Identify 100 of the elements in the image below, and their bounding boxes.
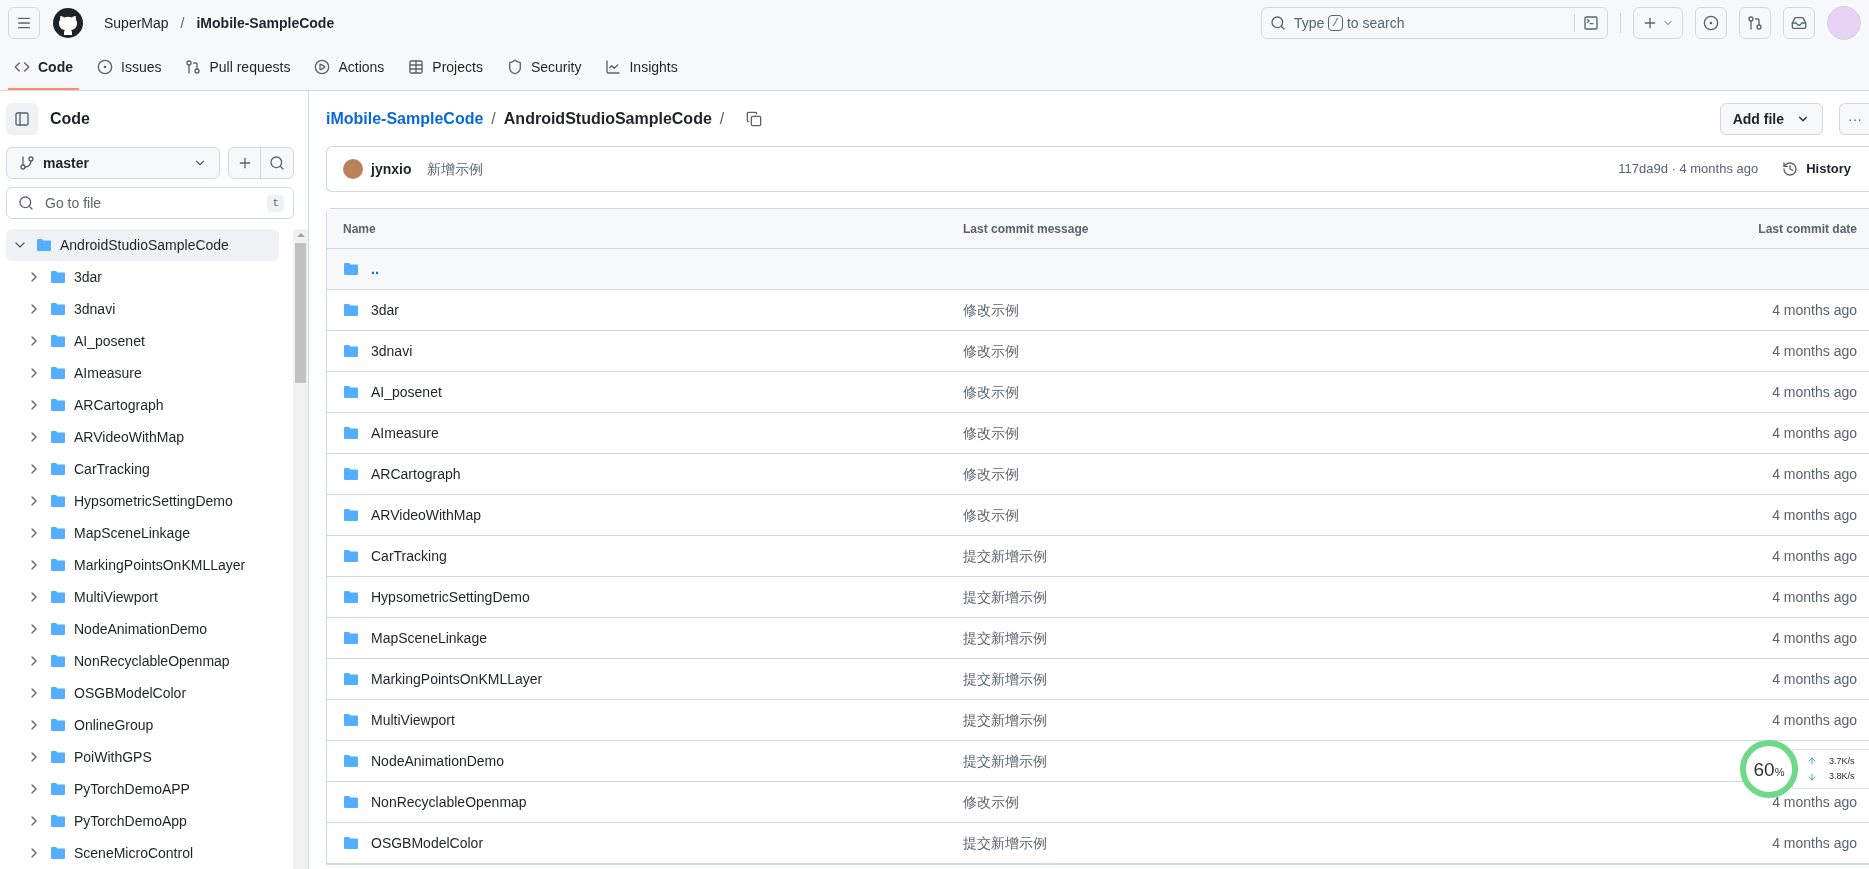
add-file-dropdown[interactable]: Add file bbox=[1719, 103, 1823, 135]
breadcrumb-separator: / bbox=[491, 109, 496, 129]
nav-tab[interactable]: Issues bbox=[91, 46, 168, 90]
breadcrumb-repo-link[interactable]: iMobile-SampleCode bbox=[326, 107, 484, 131]
commit-message-link[interactable]: 修改示例 bbox=[963, 466, 1019, 482]
tree-item[interactable]: OnlineGroup bbox=[6, 709, 279, 741]
table-icon bbox=[408, 59, 425, 75]
file-name-link[interactable]: ARCartograph bbox=[371, 463, 461, 485]
tree-item[interactable]: ARVideoWithMap bbox=[6, 421, 279, 453]
commit-message-link[interactable]: 修改示例 bbox=[963, 507, 1019, 523]
search-icon bbox=[269, 155, 285, 171]
create-new-button[interactable] bbox=[1633, 7, 1683, 39]
file-name-link[interactable]: HypsometricSettingDemo bbox=[371, 586, 530, 608]
logo-icon[interactable] bbox=[52, 7, 84, 39]
nav-tab[interactable]: Code bbox=[8, 46, 79, 90]
file-name-link[interactable]: OSGBModelColor bbox=[371, 832, 484, 854]
commit-message-link[interactable]: 提交新增示例 bbox=[963, 753, 1047, 769]
commit-date: 4 months ago bbox=[1772, 669, 1857, 689]
commit-date: 4 months ago bbox=[1772, 423, 1857, 443]
file-name-link[interactable]: AI_posenet bbox=[371, 381, 442, 403]
commit-message-link[interactable]: 提交新增示例 bbox=[963, 589, 1047, 605]
menu-icon bbox=[16, 15, 32, 31]
tree-item[interactable]: PyTorchDemoAPP bbox=[6, 773, 279, 805]
commit-message-link[interactable]: 修改示例 bbox=[963, 794, 1019, 810]
file-name-link[interactable]: CarTracking bbox=[371, 545, 447, 567]
file-name-link[interactable]: AImeasure bbox=[371, 422, 439, 444]
file-name-link[interactable]: NonRecyclableOpenmap bbox=[371, 791, 527, 813]
copy-icon bbox=[746, 111, 763, 127]
folder-icon bbox=[50, 301, 66, 317]
command-palette-icon[interactable] bbox=[1583, 15, 1599, 31]
file-name-link[interactable]: ARVideoWithMap bbox=[371, 504, 481, 526]
parent-directory-row[interactable]: .. bbox=[327, 249, 1869, 290]
commit-message-link[interactable]: 提交新增示例 bbox=[963, 712, 1047, 728]
nav-tab[interactable]: Projects bbox=[402, 46, 489, 90]
folder-icon bbox=[343, 466, 359, 482]
tree-item[interactable]: AI_posenet bbox=[6, 325, 279, 357]
folder-icon bbox=[50, 813, 66, 829]
search-field[interactable]: Type / to search bbox=[1261, 7, 1608, 39]
folder-icon bbox=[343, 589, 359, 605]
pull-requests-button[interactable] bbox=[1739, 7, 1771, 39]
tree-item[interactable]: AndroidStudioSampleCode bbox=[6, 229, 279, 261]
tree-item[interactable]: NodeAnimationDemo bbox=[6, 613, 279, 645]
owner-link[interactable]: SuperMap bbox=[104, 12, 169, 34]
file-name-link[interactable]: MultiViewport bbox=[371, 709, 455, 731]
tree-item-label: PoiWithGPS bbox=[74, 747, 152, 767]
repo-link[interactable]: iMobile-SampleCode bbox=[196, 12, 335, 34]
commit-message-link[interactable]: 提交新增示例 bbox=[963, 835, 1047, 851]
issues-button[interactable] bbox=[1695, 7, 1727, 39]
tree-item[interactable]: AImeasure bbox=[6, 357, 279, 389]
tree-item[interactable]: MultiViewport bbox=[6, 581, 279, 613]
graph-icon bbox=[605, 59, 622, 75]
tree-item-label: AI_posenet bbox=[74, 331, 145, 351]
folder-icon bbox=[343, 753, 359, 769]
folder-icon bbox=[343, 343, 359, 359]
file-name-link[interactable]: NodeAnimationDemo bbox=[371, 750, 505, 772]
commit-message[interactable]: 新增示例 bbox=[427, 158, 484, 180]
tree-item-label: MapSceneLinkage bbox=[74, 523, 190, 543]
nav-tab[interactable]: Insights bbox=[599, 46, 684, 90]
nav-tab[interactable]: Pull requests bbox=[179, 46, 297, 90]
tree-item[interactable]: 3dar bbox=[6, 261, 279, 293]
more-options-button[interactable]: ··· bbox=[1839, 103, 1869, 135]
commit-message-link[interactable]: 修改示例 bbox=[963, 425, 1019, 441]
tree-item[interactable]: PyTorchDemoApp bbox=[6, 805, 279, 837]
file-name-link[interactable]: MapSceneLinkage bbox=[371, 627, 487, 649]
commit-author[interactable]: jynxio bbox=[371, 158, 412, 180]
column-header: Name bbox=[343, 220, 377, 238]
tree-item[interactable]: NonRecyclableOpenmap bbox=[6, 645, 279, 677]
branch-select[interactable]: master bbox=[6, 147, 220, 179]
commit-message-link[interactable]: 提交新增示例 bbox=[963, 671, 1047, 687]
nav-tab[interactable]: Security bbox=[500, 46, 588, 90]
file-name-link[interactable]: MarkingPointsOnKMLLayer bbox=[371, 668, 543, 690]
file-name-link[interactable]: 3dar bbox=[371, 299, 400, 321]
folder-icon bbox=[50, 525, 66, 541]
tree-item[interactable]: MarkingPointsOnKMLLayer bbox=[6, 549, 279, 581]
commit-message-link[interactable]: 提交新增示例 bbox=[963, 548, 1047, 564]
tree-item[interactable]: CarTracking bbox=[6, 453, 279, 485]
tree-item[interactable]: PoiWithGPS bbox=[6, 741, 279, 773]
menu-button[interactable] bbox=[8, 7, 40, 39]
folder-icon bbox=[50, 365, 66, 381]
tree-item[interactable]: MapSceneLinkage bbox=[6, 517, 279, 549]
commit-message-link[interactable]: 修改示例 bbox=[963, 302, 1019, 318]
folder-icon bbox=[36, 237, 52, 253]
tree-item[interactable]: 3dnavi bbox=[6, 293, 279, 325]
history-button[interactable]: History bbox=[1782, 159, 1851, 179]
commit-message-link[interactable]: 修改示例 bbox=[963, 384, 1019, 400]
scrollbar[interactable] bbox=[293, 229, 308, 869]
shortcut-key: t bbox=[267, 195, 284, 212]
collapse-sidebar-button[interactable] bbox=[6, 103, 38, 135]
tree-item[interactable]: OSGBModelColor bbox=[6, 677, 279, 709]
file-name-link[interactable]: 3dnavi bbox=[371, 340, 413, 362]
tree-item[interactable]: SceneMicroControl bbox=[6, 837, 279, 869]
nav-tab[interactable]: Actions bbox=[308, 46, 391, 90]
download-speed: 3.8K/s bbox=[1829, 770, 1855, 783]
tree-item-label: SceneMicroControl bbox=[74, 843, 194, 863]
commit-message-link[interactable]: 修改示例 bbox=[963, 343, 1019, 359]
folder-icon bbox=[50, 493, 66, 509]
tree-item[interactable]: HypsometricSettingDemo bbox=[6, 485, 279, 517]
tree-item[interactable]: ARCartograph bbox=[6, 389, 279, 421]
inbox-button[interactable] bbox=[1783, 7, 1815, 39]
commit-message-link[interactable]: 提交新增示例 bbox=[963, 630, 1047, 646]
